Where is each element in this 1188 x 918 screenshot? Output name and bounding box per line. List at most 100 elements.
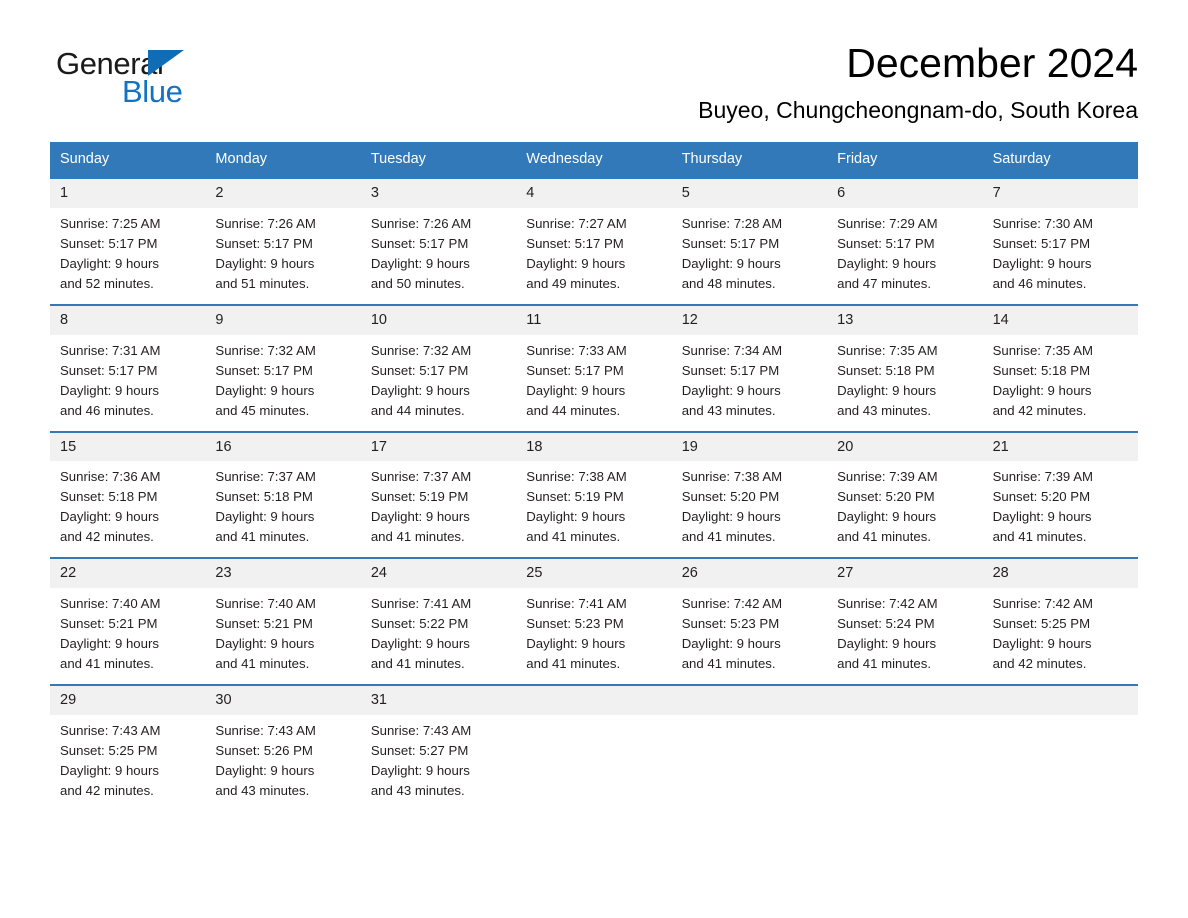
day-cell[interactable]: Sunrise: 7:42 AM Sunset: 5:25 PM Dayligh… bbox=[983, 588, 1138, 684]
daylight-text-line1: Daylight: 9 hours bbox=[215, 636, 315, 652]
day-number[interactable]: 17 bbox=[361, 433, 516, 462]
day-cell[interactable]: Sunrise: 7:42 AM Sunset: 5:23 PM Dayligh… bbox=[672, 588, 827, 684]
sunset-text: Sunset: 5:17 PM bbox=[370, 362, 469, 378]
day-number[interactable]: 27 bbox=[827, 559, 982, 588]
day-number[interactable]: 29 bbox=[50, 686, 205, 715]
daylight-text-line2: and 41 minutes. bbox=[60, 656, 154, 672]
calendar-page: General Blue December 2024 Buyeo, Chungc… bbox=[0, 0, 1188, 918]
day-cell[interactable]: Sunrise: 7:34 AM Sunset: 5:17 PM Dayligh… bbox=[672, 335, 827, 431]
daylight-text-line2: and 50 minutes. bbox=[370, 275, 465, 291]
day-number[interactable]: 4 bbox=[516, 179, 671, 208]
day-number[interactable]: 22 bbox=[50, 559, 205, 588]
day-number[interactable]: 6 bbox=[827, 179, 982, 208]
day-cell[interactable]: Sunrise: 7:43 AM Sunset: 5:25 PM Dayligh… bbox=[50, 715, 205, 811]
daylight-text-line1: Daylight: 9 hours bbox=[992, 382, 1092, 398]
day-cell[interactable]: Sunrise: 7:39 AM Sunset: 5:20 PM Dayligh… bbox=[983, 461, 1138, 557]
week-detail-strip: Sunrise: 7:43 AM Sunset: 5:25 PM Dayligh… bbox=[50, 715, 1138, 812]
day-number[interactable]: 25 bbox=[516, 559, 671, 588]
day-number[interactable]: 5 bbox=[672, 179, 827, 208]
day-cell[interactable]: Sunrise: 7:36 AM Sunset: 5:18 PM Dayligh… bbox=[50, 461, 205, 557]
day-cell[interactable]: Sunrise: 7:41 AM Sunset: 5:22 PM Dayligh… bbox=[361, 588, 516, 684]
day-number[interactable]: 31 bbox=[361, 686, 516, 715]
day-number[interactable]: 20 bbox=[827, 433, 982, 462]
daylight-text-line2: and 49 minutes. bbox=[526, 275, 621, 291]
day-number[interactable]: 2 bbox=[205, 179, 360, 208]
sunset-text: Sunset: 5:17 PM bbox=[370, 235, 469, 251]
day-number[interactable]: 26 bbox=[672, 559, 827, 588]
day-cell[interactable]: Sunrise: 7:42 AM Sunset: 5:24 PM Dayligh… bbox=[827, 588, 982, 684]
day-number[interactable]: 15 bbox=[50, 433, 205, 462]
day-cell[interactable]: Sunrise: 7:37 AM Sunset: 5:18 PM Dayligh… bbox=[205, 461, 360, 557]
sunset-text: Sunset: 5:18 PM bbox=[992, 362, 1091, 378]
week-detail-strip: Sunrise: 7:25 AM Sunset: 5:17 PM Dayligh… bbox=[50, 207, 1138, 304]
day-cell[interactable]: Sunrise: 7:29 AM Sunset: 5:17 PM Dayligh… bbox=[827, 208, 982, 304]
day-number[interactable]: 7 bbox=[983, 179, 1138, 208]
day-number[interactable]: 13 bbox=[827, 306, 982, 335]
daylight-text-line1: Daylight: 9 hours bbox=[370, 763, 470, 779]
day-cell[interactable]: Sunrise: 7:33 AM Sunset: 5:17 PM Dayligh… bbox=[516, 335, 671, 431]
day-cell[interactable]: Sunrise: 7:39 AM Sunset: 5:20 PM Dayligh… bbox=[827, 461, 982, 557]
sunset-text: Sunset: 5:27 PM bbox=[370, 743, 469, 759]
day-number[interactable]: 12 bbox=[672, 306, 827, 335]
day-number[interactable]: 9 bbox=[205, 306, 360, 335]
day-number[interactable]: 10 bbox=[361, 306, 516, 335]
sunset-text: Sunset: 5:17 PM bbox=[681, 362, 780, 378]
sunrise-text: Sunrise: 7:42 AM bbox=[837, 596, 938, 612]
day-cell[interactable]: Sunrise: 7:38 AM Sunset: 5:19 PM Dayligh… bbox=[516, 461, 671, 557]
daylight-text-line2: and 45 minutes. bbox=[215, 402, 310, 418]
day-cell[interactable]: Sunrise: 7:25 AM Sunset: 5:17 PM Dayligh… bbox=[50, 208, 205, 304]
day-cell[interactable]: Sunrise: 7:31 AM Sunset: 5:17 PM Dayligh… bbox=[50, 335, 205, 431]
day-cell[interactable]: Sunrise: 7:35 AM Sunset: 5:18 PM Dayligh… bbox=[827, 335, 982, 431]
sunrise-text: Sunrise: 7:32 AM bbox=[215, 342, 316, 358]
day-number[interactable]: 8 bbox=[50, 306, 205, 335]
day-cell[interactable]: Sunrise: 7:37 AM Sunset: 5:19 PM Dayligh… bbox=[361, 461, 516, 557]
day-number[interactable]: 14 bbox=[983, 306, 1138, 335]
day-number[interactable]: 24 bbox=[361, 559, 516, 588]
day-number[interactable]: 19 bbox=[672, 433, 827, 462]
sunrise-text: Sunrise: 7:31 AM bbox=[60, 342, 161, 358]
day-cell[interactable]: Sunrise: 7:40 AM Sunset: 5:21 PM Dayligh… bbox=[50, 588, 205, 684]
day-number[interactable]: 1 bbox=[50, 179, 205, 208]
week-daynum-strip: 29 30 31 bbox=[50, 686, 1138, 716]
day-number[interactable]: 28 bbox=[983, 559, 1138, 588]
daylight-text-line1: Daylight: 9 hours bbox=[370, 255, 470, 271]
daylight-text-line2: and 46 minutes. bbox=[992, 275, 1087, 291]
day-cell[interactable]: Sunrise: 7:35 AM Sunset: 5:18 PM Dayligh… bbox=[983, 335, 1138, 431]
day-cell[interactable]: Sunrise: 7:27 AM Sunset: 5:17 PM Dayligh… bbox=[516, 208, 671, 304]
sunrise-text: Sunrise: 7:29 AM bbox=[837, 215, 938, 231]
sunrise-text: Sunrise: 7:43 AM bbox=[215, 723, 316, 739]
day-cell[interactable]: Sunrise: 7:26 AM Sunset: 5:17 PM Dayligh… bbox=[361, 208, 516, 304]
daylight-text-line1: Daylight: 9 hours bbox=[837, 382, 937, 398]
day-cell[interactable]: Sunrise: 7:40 AM Sunset: 5:21 PM Dayligh… bbox=[205, 588, 360, 684]
day-cell[interactable]: Sunrise: 7:26 AM Sunset: 5:17 PM Dayligh… bbox=[205, 208, 360, 304]
weekday-header-wednesday: Wednesday bbox=[526, 151, 603, 167]
daylight-text-line2: and 41 minutes. bbox=[526, 529, 621, 545]
daylight-text-line2: and 44 minutes. bbox=[526, 402, 621, 418]
weekday-header-friday: Friday bbox=[837, 151, 878, 167]
day-number[interactable]: 18 bbox=[516, 433, 671, 462]
day-number[interactable]: 16 bbox=[205, 433, 360, 462]
day-cell[interactable]: Sunrise: 7:41 AM Sunset: 5:23 PM Dayligh… bbox=[516, 588, 671, 684]
sunrise-text: Sunrise: 7:26 AM bbox=[215, 215, 316, 231]
day-cell[interactable]: Sunrise: 7:43 AM Sunset: 5:26 PM Dayligh… bbox=[205, 715, 360, 811]
daylight-text-line1: Daylight: 9 hours bbox=[215, 509, 315, 525]
day-number-empty bbox=[672, 686, 827, 715]
day-cell[interactable]: Sunrise: 7:30 AM Sunset: 5:17 PM Dayligh… bbox=[983, 208, 1138, 304]
daylight-text-line2: and 41 minutes. bbox=[370, 656, 465, 672]
day-cell[interactable]: Sunrise: 7:38 AM Sunset: 5:20 PM Dayligh… bbox=[672, 461, 827, 557]
day-number[interactable]: 11 bbox=[516, 306, 671, 335]
day-cell-empty bbox=[983, 715, 1138, 811]
daylight-text-line2: and 46 minutes. bbox=[60, 402, 154, 418]
day-number[interactable]: 23 bbox=[205, 559, 360, 588]
day-number-empty bbox=[983, 686, 1138, 715]
day-cell[interactable]: Sunrise: 7:43 AM Sunset: 5:27 PM Dayligh… bbox=[361, 715, 516, 811]
day-cell[interactable]: Sunrise: 7:28 AM Sunset: 5:17 PM Dayligh… bbox=[672, 208, 827, 304]
day-cell[interactable]: Sunrise: 7:32 AM Sunset: 5:17 PM Dayligh… bbox=[361, 335, 516, 431]
generalblue-logo[interactable]: General Blue bbox=[50, 42, 210, 114]
day-number[interactable]: 21 bbox=[983, 433, 1138, 462]
day-number[interactable]: 3 bbox=[361, 179, 516, 208]
calendar-grid: Sunday Monday Tuesday Wednesday Thursday… bbox=[50, 142, 1138, 812]
day-cell[interactable]: Sunrise: 7:32 AM Sunset: 5:17 PM Dayligh… bbox=[205, 335, 360, 431]
sunset-text: Sunset: 5:17 PM bbox=[837, 235, 935, 251]
day-number[interactable]: 30 bbox=[205, 686, 360, 715]
